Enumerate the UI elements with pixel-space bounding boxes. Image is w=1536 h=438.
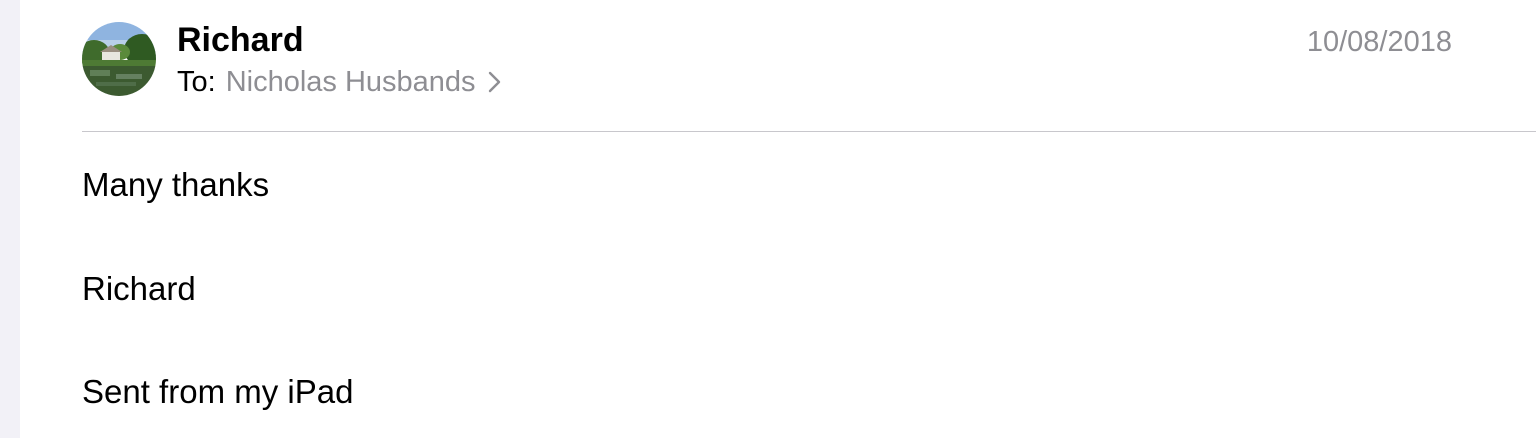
body-line-sent-from: Sent from my iPad [82, 373, 354, 410]
chevron-right-icon[interactable] [488, 71, 501, 93]
message-date: 10/08/2018 [1306, 26, 1452, 58]
header-divider [82, 131, 1536, 132]
recipient-row[interactable]: To: Nicholas Husbands [177, 64, 501, 100]
message-pane: Richard To: Nicholas Husbands 10/08/2018… [20, 0, 1536, 438]
body-line-signature: Richard [82, 270, 196, 307]
body-line-greeting: Many thanks [82, 166, 270, 203]
message-header: Richard To: Nicholas Husbands 10/08/2018 [20, 0, 1536, 131]
sender-avatar[interactable] [82, 22, 156, 96]
to-label: To: [177, 66, 216, 98]
avatar-photo [82, 22, 156, 96]
sender-name[interactable]: Richard [177, 20, 304, 60]
recipient-name[interactable]: Nicholas Husbands [226, 64, 476, 100]
